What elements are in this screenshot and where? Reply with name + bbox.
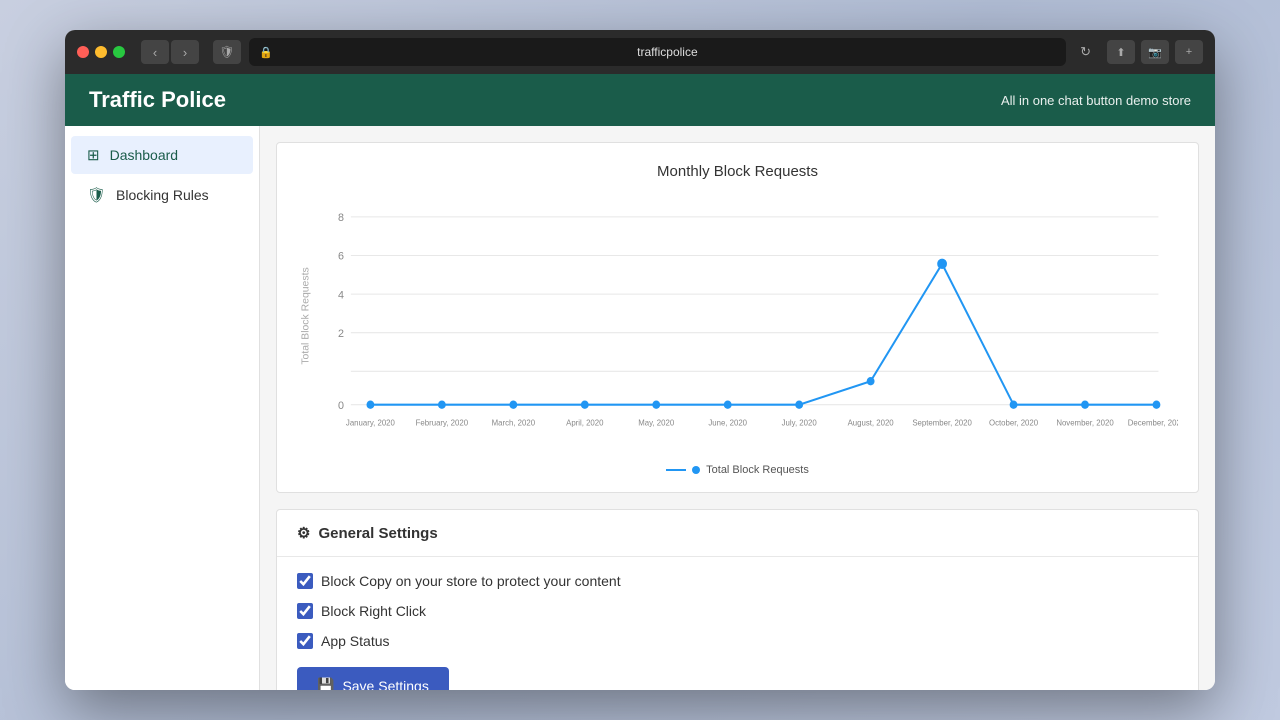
- svg-text:January, 2020: January, 2020: [346, 418, 395, 427]
- svg-text:May, 2020: May, 2020: [638, 418, 674, 427]
- address-text: trafficpolice: [279, 45, 1056, 59]
- line-chart: 8 6 4 2 0 Total Block Requests January, …: [297, 196, 1178, 436]
- legend-dot-icon: [692, 466, 700, 474]
- block-right-click-row[interactable]: Block Right Click: [297, 603, 1178, 619]
- traffic-lights: [77, 46, 125, 58]
- app-content: Traffic Police All in one chat button de…: [65, 74, 1215, 690]
- svg-text:April, 2020: April, 2020: [566, 418, 604, 427]
- refresh-button[interactable]: ↻: [1080, 44, 1091, 60]
- svg-text:June, 2020: June, 2020: [708, 418, 747, 427]
- block-right-click-label: Block Right Click: [321, 603, 426, 619]
- svg-text:0: 0: [338, 400, 344, 412]
- svg-text:February, 2020: February, 2020: [416, 418, 469, 427]
- main-layout: ⊞ Dashboard 🛡 Blocking Rules Monthly Blo…: [65, 126, 1215, 690]
- sidebar-item-blocking-rules-label: Blocking Rules: [116, 187, 209, 203]
- sidebar-item-dashboard[interactable]: ⊞ Dashboard: [71, 136, 253, 174]
- app-title: Traffic Police: [89, 87, 226, 113]
- svg-text:July, 2020: July, 2020: [782, 418, 818, 427]
- app-header: Traffic Police All in one chat button de…: [65, 74, 1215, 126]
- sidebar: ⊞ Dashboard 🛡 Blocking Rules: [65, 126, 260, 690]
- settings-body: Block Copy on your store to protect your…: [277, 557, 1198, 690]
- svg-text:October, 2020: October, 2020: [989, 418, 1039, 427]
- svg-text:Total Block Requests: Total Block Requests: [301, 267, 312, 364]
- block-right-click-checkbox[interactable]: [297, 603, 313, 619]
- minimize-button[interactable]: [95, 46, 107, 58]
- browser-chrome: ‹ › 🛡 🔒 trafficpolice ↻ ⬆ 📷 +: [65, 30, 1215, 74]
- nav-buttons: ‹ ›: [141, 40, 199, 64]
- dashboard-icon: ⊞: [87, 146, 100, 164]
- save-button-label: Save Settings: [342, 678, 428, 691]
- header-subtitle: All in one chat button demo store: [1001, 93, 1191, 108]
- legend-label: Total Block Requests: [706, 464, 809, 476]
- svg-text:August, 2020: August, 2020: [848, 418, 895, 427]
- browser-window: ‹ › 🛡 🔒 trafficpolice ↻ ⬆ 📷 + Traffic Po…: [65, 30, 1215, 690]
- settings-header: ⚙ General Settings: [277, 510, 1198, 557]
- browser-actions: ⬆ 📷 +: [1107, 40, 1203, 64]
- block-copy-label: Block Copy on your store to protect your…: [321, 573, 621, 589]
- forward-button[interactable]: ›: [171, 40, 199, 64]
- svg-text:2: 2: [338, 328, 344, 340]
- gear-icon: ⚙: [297, 524, 310, 542]
- chart-container: 8 6 4 2 0 Total Block Requests January, …: [297, 196, 1178, 456]
- close-button[interactable]: [77, 46, 89, 58]
- block-copy-checkbox[interactable]: [297, 573, 313, 589]
- sidebar-item-dashboard-label: Dashboard: [110, 147, 179, 163]
- save-settings-button[interactable]: 💾 Save Settings: [297, 667, 449, 690]
- block-copy-row[interactable]: Block Copy on your store to protect your…: [297, 573, 1178, 589]
- back-button[interactable]: ‹: [141, 40, 169, 64]
- chart-card: Monthly Block Requests 8 6: [276, 142, 1199, 493]
- save-icon: 💾: [317, 677, 334, 690]
- shield-extension-icon[interactable]: 🛡: [213, 40, 241, 64]
- share-button[interactable]: ⬆: [1107, 40, 1135, 64]
- screenshot-button[interactable]: 📷: [1141, 40, 1169, 64]
- settings-title: General Settings: [318, 525, 437, 542]
- settings-card: ⚙ General Settings Block Copy on your st…: [276, 509, 1199, 690]
- app-status-row[interactable]: App Status: [297, 633, 1178, 649]
- svg-text:8: 8: [338, 212, 344, 224]
- svg-text:November, 2020: November, 2020: [1056, 418, 1114, 427]
- svg-text:4: 4: [338, 289, 344, 301]
- new-tab-button[interactable]: +: [1175, 40, 1203, 64]
- shield-icon: 🛡: [87, 186, 106, 204]
- main-content: Monthly Block Requests 8 6: [260, 126, 1215, 690]
- svg-text:September, 2020: September, 2020: [912, 418, 972, 427]
- legend-line-icon: [666, 469, 686, 471]
- maximize-button[interactable]: [113, 46, 125, 58]
- sidebar-item-blocking-rules[interactable]: 🛡 Blocking Rules: [71, 176, 253, 214]
- chart-legend: Total Block Requests: [297, 464, 1178, 476]
- app-status-label: App Status: [321, 633, 390, 649]
- chart-title: Monthly Block Requests: [297, 163, 1178, 180]
- lock-icon: 🔒: [259, 46, 273, 59]
- address-bar[interactable]: 🔒 trafficpolice: [249, 38, 1066, 66]
- svg-text:December, 2020: December, 2020: [1128, 418, 1178, 427]
- app-status-checkbox[interactable]: [297, 633, 313, 649]
- svg-text:March, 2020: March, 2020: [492, 418, 536, 427]
- svg-text:6: 6: [338, 250, 344, 262]
